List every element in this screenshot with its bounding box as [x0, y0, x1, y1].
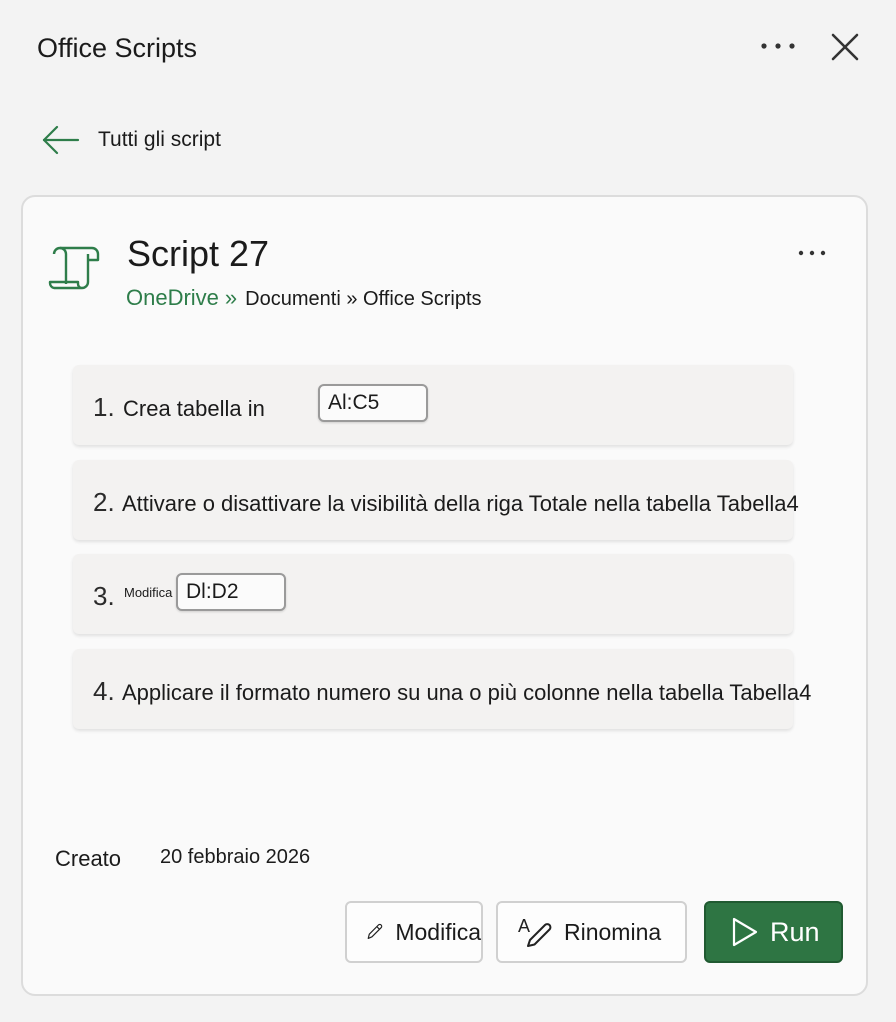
breadcrumb-onedrive-link[interactable]: OneDrive: [126, 284, 219, 312]
step-text: Applicare il formato numero su una o più…: [122, 680, 812, 705]
arrow-left-icon: [42, 125, 80, 155]
svg-text:A: A: [518, 916, 530, 936]
breadcrumb: OneDrive » Documenti » Office Scripts: [126, 284, 482, 313]
breadcrumb-path: Documenti » Office Scripts: [245, 288, 482, 310]
pencil-icon: [367, 923, 383, 940]
script-step-1[interactable]: 1. Crea tabella in Al:C5: [73, 365, 793, 445]
close-icon: [831, 33, 859, 61]
range-input-a1-c5[interactable]: Al:C5: [318, 384, 428, 422]
run-button[interactable]: Run: [704, 901, 843, 963]
panel-more-button[interactable]: [756, 28, 800, 64]
edit-button-label: Modifica: [395, 918, 481, 945]
rename-icon: A: [518, 916, 552, 947]
script-more-options-button[interactable]: [792, 236, 832, 270]
step-text: Modifica: [124, 585, 173, 600]
back-to-all-scripts-link[interactable]: Tutti gli script: [40, 118, 221, 162]
created-label: Creato: [55, 846, 122, 871]
range-input-d1-d2[interactable]: Dl:D2: [176, 573, 286, 611]
script-scroll-icon: [48, 244, 102, 292]
panel-title: Office Scripts: [37, 33, 198, 63]
script-title: Script 27: [127, 233, 270, 274]
play-icon: [732, 917, 758, 947]
back-link-label: Tutti gli script: [98, 128, 221, 151]
close-button[interactable]: [824, 26, 866, 68]
run-button-label: Run: [770, 916, 820, 947]
breadcrumb-separator: »: [224, 285, 238, 310]
rename-button-label: Rinomina: [564, 918, 662, 945]
script-step-3[interactable]: 3. Modifica Dl:D2: [73, 554, 793, 634]
more-horizontal-icon: [761, 43, 795, 49]
step-number: 3.: [93, 581, 115, 611]
more-horizontal-icon: [798, 250, 826, 256]
created-date: 20 febbraio 2026: [160, 846, 311, 868]
script-step-4[interactable]: 4. Applicare il formato numero su una o …: [73, 649, 811, 729]
step-number: 2.: [93, 487, 115, 517]
step-number: 4.: [93, 676, 115, 706]
edit-button[interactable]: Modifica: [345, 901, 483, 963]
rename-button[interactable]: A Rinomina: [496, 901, 687, 963]
step-text: Crea tabella in: [123, 396, 265, 421]
step-number: 1.: [93, 392, 115, 422]
script-step-2[interactable]: 2. Attivare o disattivare la visibilità …: [73, 460, 799, 540]
step-text: Attivare o disattivare la visibilità del…: [122, 491, 799, 516]
